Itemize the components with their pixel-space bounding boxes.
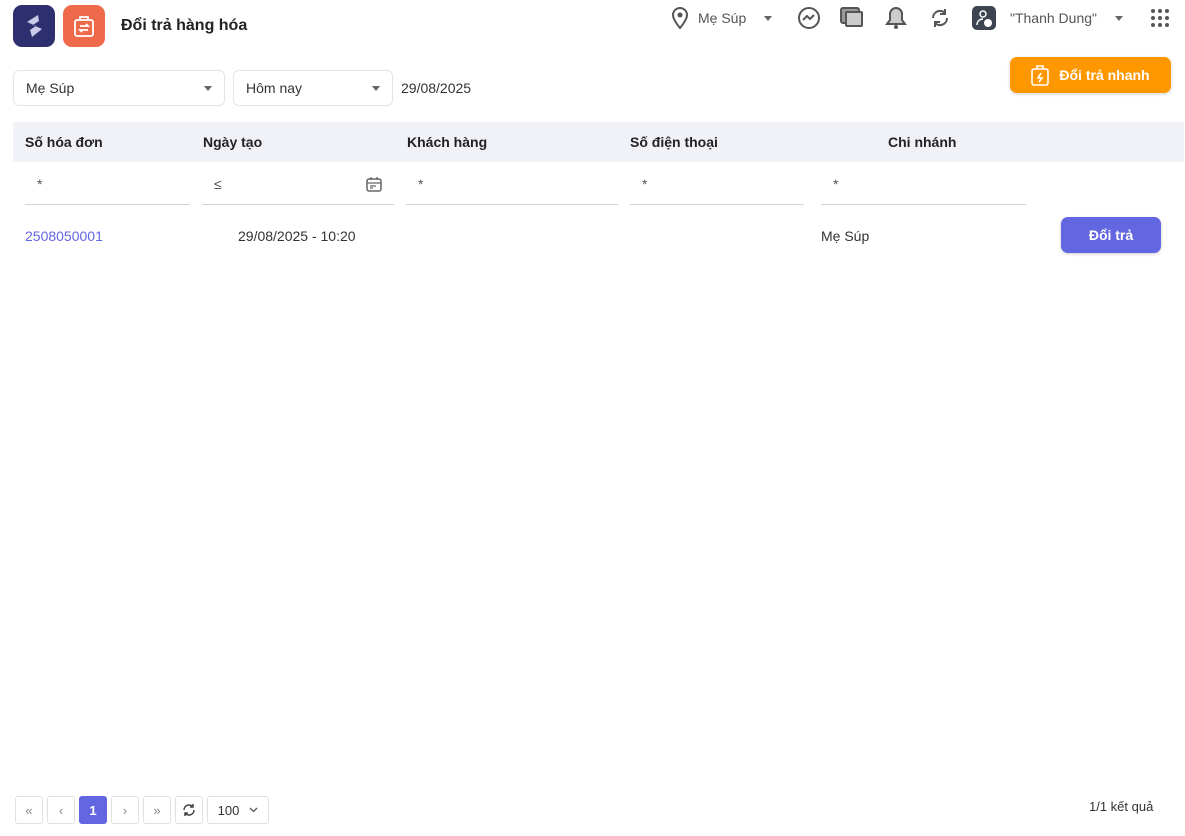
first-page-button[interactable]: «: [15, 796, 43, 824]
date-display: 29/08/2025: [401, 80, 472, 96]
chevron-down-icon: [372, 85, 380, 91]
page-1-button[interactable]: 1: [79, 796, 107, 824]
last-page-button[interactable]: »: [143, 796, 171, 824]
prev-page-button[interactable]: ‹: [47, 796, 75, 824]
col-branch[interactable]: Chi nhánh: [888, 134, 956, 150]
branch-name: Mẹ Súp: [698, 10, 747, 26]
refresh-button[interactable]: [175, 796, 203, 824]
page-title: Đổi trả hàng hóa: [121, 17, 248, 34]
created-filter-input[interactable]: ≤: [202, 170, 394, 205]
apps-grid-icon[interactable]: [1150, 8, 1170, 28]
page-size-select[interactable]: 100: [207, 796, 269, 824]
branch-filter-input[interactable]: *: [821, 170, 1026, 205]
period-value: Hôm nay: [246, 80, 303, 96]
filter-operator: *: [642, 176, 648, 192]
user-name: "Thanh Dung": [1010, 10, 1097, 26]
location-icon: [671, 6, 689, 30]
quick-return-label: Đổi trả nhanh: [1059, 67, 1150, 83]
period-select[interactable]: Hôm nay: [233, 70, 393, 106]
chevron-down-icon: [249, 807, 258, 813]
customer-filter-input[interactable]: *: [406, 170, 618, 205]
bag-lightning-icon: [1031, 65, 1050, 86]
return-button[interactable]: Đổi trả: [1061, 217, 1161, 253]
filter-operator: ≤: [214, 176, 222, 192]
invoice-link[interactable]: 2508050001: [25, 228, 103, 244]
phone-filter-input[interactable]: *: [630, 170, 804, 205]
col-customer[interactable]: Khách hàng: [407, 134, 487, 150]
chevron-down-icon: [764, 15, 773, 21]
col-invoice[interactable]: Số hóa đơn: [25, 134, 103, 150]
results-summary: 1/1 kết quả: [1089, 799, 1154, 814]
user-avatar-icon[interactable]: [972, 6, 996, 30]
row-branch: Mẹ Súp: [821, 228, 870, 244]
created-date: 29/08/2025 - 10:20: [238, 228, 356, 244]
bell-icon[interactable]: [884, 5, 908, 31]
quick-return-button[interactable]: Đổi trả nhanh: [1010, 57, 1171, 93]
branch-selector[interactable]: Mẹ Súp: [670, 6, 773, 30]
messenger-icon[interactable]: [797, 6, 821, 30]
return-app-icon[interactable]: [63, 5, 105, 47]
screens-icon[interactable]: [839, 6, 865, 30]
filter-operator: *: [37, 176, 43, 192]
chevron-down-icon: [204, 85, 212, 91]
col-created[interactable]: Ngày tạo: [203, 134, 262, 150]
app-logo[interactable]: [13, 5, 55, 47]
filter-operator: *: [833, 176, 839, 192]
col-phone[interactable]: Số điện thoại: [630, 134, 718, 150]
user-menu[interactable]: "Thanh Dung": [1010, 6, 1123, 30]
sync-icon[interactable]: [929, 7, 951, 29]
chevron-down-icon: [1115, 15, 1123, 21]
filter-operator: *: [418, 176, 424, 192]
refresh-icon: [183, 804, 195, 816]
branch-filter-value: Mẹ Súp: [26, 80, 75, 96]
invoice-filter-input[interactable]: *: [25, 170, 190, 205]
next-page-button[interactable]: ›: [111, 796, 139, 824]
page-size-value: 100: [217, 802, 240, 818]
calendar-icon[interactable]: [366, 176, 382, 192]
branch-filter-select[interactable]: Mẹ Súp: [13, 70, 225, 106]
table-header: [13, 122, 1184, 162]
